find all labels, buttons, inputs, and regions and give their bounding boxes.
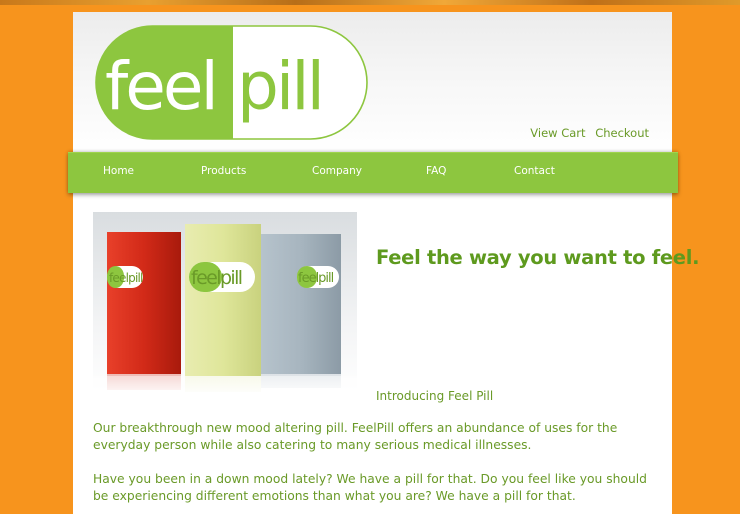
- yellow-product-box: [185, 224, 261, 376]
- blue-box-logo: feelpill: [297, 266, 339, 288]
- logo-text-pill: pill: [237, 48, 322, 125]
- headline: Feel the way you want to feel.: [376, 246, 700, 269]
- top-decorative-strip: [0, 0, 740, 5]
- red-product-box: [107, 232, 181, 374]
- page-container: feel pill View Cart Checkout Home Produc…: [68, 12, 700, 514]
- product-boxes-image: feelpill feelpill feelpill: [93, 212, 357, 397]
- nav-home[interactable]: Home: [103, 165, 134, 177]
- nav-contact[interactable]: Contact: [514, 165, 555, 177]
- main-nav: Home Products Company FAQ Contact: [68, 152, 678, 193]
- checkout-link[interactable]: Checkout: [595, 126, 649, 140]
- svg-text:feelpill: feelpill: [109, 271, 143, 285]
- intro-text: Introducing Feel Pill: [376, 389, 494, 403]
- body-paragraph-2: Have you been in a down mood lately? We …: [93, 472, 647, 503]
- feelpill-logo[interactable]: feel pill: [95, 25, 368, 140]
- blue-product-box: [261, 234, 341, 374]
- body-paragraph-1: Our breakthrough new mood altering pill.…: [93, 421, 618, 452]
- svg-text:feelpill: feelpill: [298, 271, 334, 286]
- nav-faq[interactable]: FAQ: [426, 165, 446, 177]
- svg-text:feelpill: feelpill: [191, 267, 242, 289]
- yellow-box-logo: feelpill: [189, 262, 255, 292]
- nav-products[interactable]: Products: [201, 165, 246, 177]
- site-header: feel pill View Cart Checkout: [73, 12, 672, 153]
- cart-links: View Cart Checkout: [524, 126, 649, 140]
- logo-text-feel: feel: [105, 48, 216, 125]
- view-cart-link[interactable]: View Cart: [530, 126, 585, 140]
- red-box-logo: feelpill: [107, 266, 144, 288]
- nav-company[interactable]: Company: [312, 165, 362, 177]
